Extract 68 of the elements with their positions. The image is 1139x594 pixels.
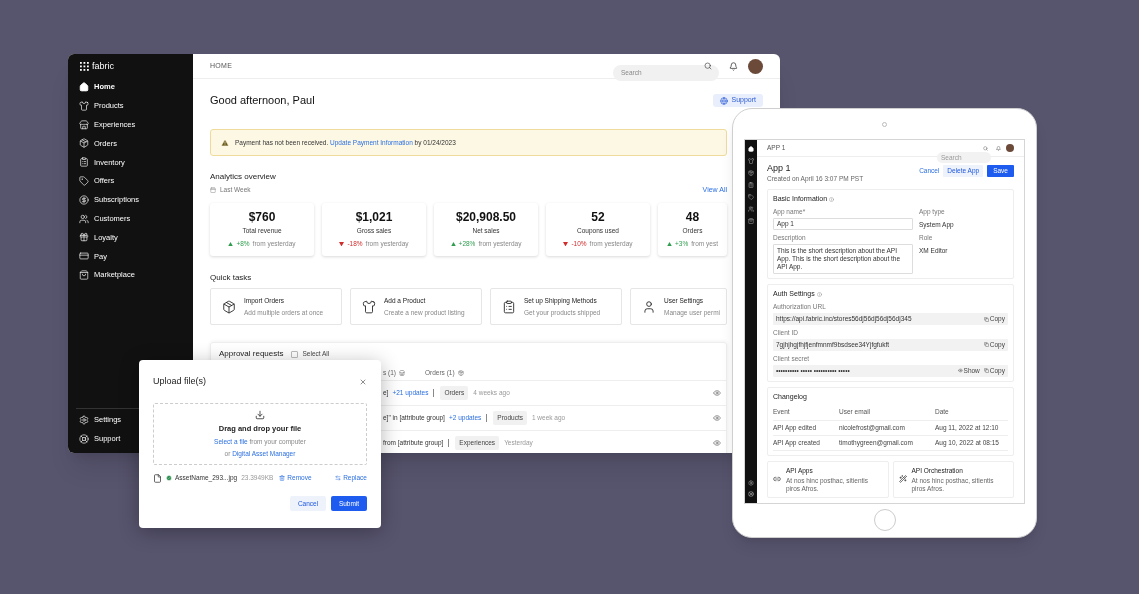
greeting: Good afternoon, Paul: [210, 93, 315, 109]
view-icon[interactable]: [713, 439, 721, 447]
search-icon: [704, 62, 712, 70]
trash-icon: [279, 475, 286, 481]
avatar[interactable]: [1006, 144, 1014, 152]
copy-icon: [983, 316, 989, 322]
select-all-checkbox[interactable]: [291, 350, 299, 358]
section-title: Quick tasks: [210, 273, 252, 283]
close-icon[interactable]: [359, 378, 367, 386]
box-icon: [222, 299, 236, 314]
metric-value: $20,908.50: [455, 210, 517, 225]
bag-icon: [79, 269, 89, 280]
metric-value: $1,021: [355, 210, 393, 225]
shirt-icon[interactable]: [748, 158, 754, 164]
clipboard-icon: [502, 299, 516, 314]
clipboard-icon: [79, 157, 89, 168]
settings-icon: [79, 414, 89, 425]
check-icon: [166, 475, 172, 481]
search-icon: [983, 145, 988, 151]
avatar[interactable]: [748, 58, 763, 74]
logo-icon: [80, 62, 89, 71]
clipboard-icon[interactable]: [748, 182, 754, 188]
bell-icon[interactable]: [996, 145, 1001, 151]
calendar-icon: [210, 187, 216, 193]
bag-icon[interactable]: [748, 218, 754, 224]
store-icon: [79, 119, 89, 130]
view-icon[interactable]: [713, 414, 721, 422]
wand-icon: [898, 475, 907, 484]
copy-icon: [983, 342, 989, 348]
gift-icon: [79, 232, 89, 243]
shirt-icon: [362, 299, 376, 314]
dialog-title: Upload file(s): [153, 375, 207, 389]
lifebuoy-icon[interactable]: [748, 491, 754, 497]
settings-icon[interactable]: [748, 480, 754, 486]
box-icon[interactable]: [748, 170, 754, 176]
file-icon: [153, 473, 162, 483]
user-icon: [642, 299, 656, 314]
metric-value: 48: [685, 210, 700, 225]
lifebuoy-icon: [79, 433, 89, 444]
home-icon[interactable]: [748, 146, 754, 152]
link-icon: [773, 475, 781, 484]
bell-icon[interactable]: [729, 61, 738, 71]
globe-icon: [720, 96, 729, 105]
page-title: App 1: [767, 163, 792, 174]
dollar-icon: [79, 194, 89, 205]
tag-icon: [79, 175, 89, 186]
info-icon: [816, 291, 822, 297]
store-icon: [399, 369, 405, 376]
users-icon: [79, 213, 89, 224]
swap-icon: [335, 475, 342, 481]
users-icon[interactable]: [748, 206, 754, 212]
metric-value: 52: [591, 210, 605, 225]
section-title: Analytics overview: [210, 172, 276, 182]
copy-icon: [983, 368, 989, 373]
home-icon: [79, 82, 89, 92]
logo-text: fabric: [92, 59, 114, 73]
tag-icon[interactable]: [748, 194, 754, 200]
warning-icon: [221, 138, 229, 147]
box-icon: [79, 138, 89, 149]
panel-title: Approval requests: [219, 348, 284, 360]
card-icon: [79, 251, 89, 262]
download-icon: [255, 409, 265, 420]
info-icon: [829, 196, 835, 202]
box-icon: [457, 369, 464, 376]
view-icon[interactable]: [713, 389, 721, 397]
metric-value: $760: [248, 210, 276, 225]
eye-icon: [957, 368, 963, 373]
shirt-icon: [79, 100, 89, 111]
